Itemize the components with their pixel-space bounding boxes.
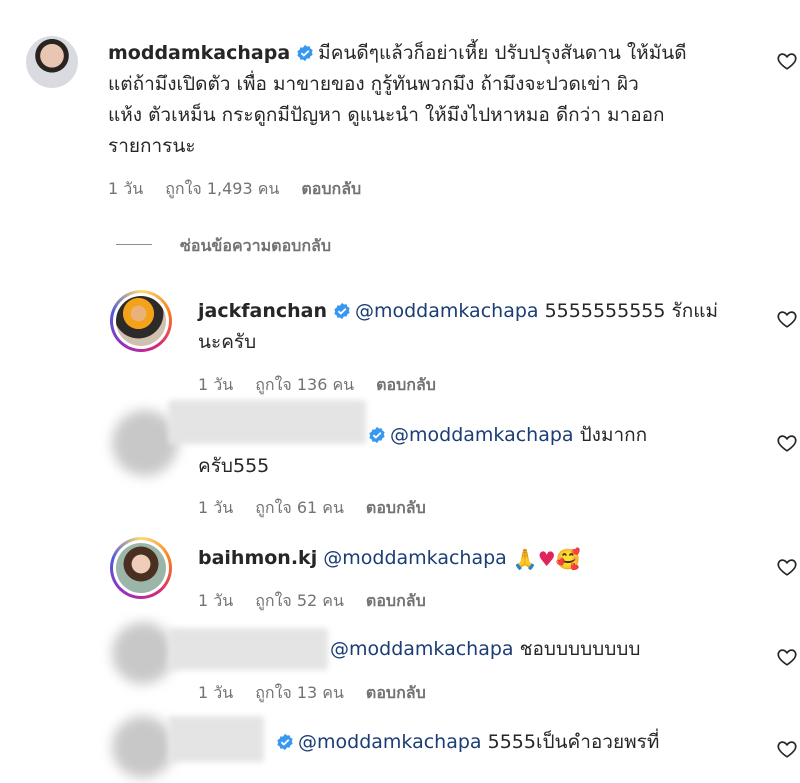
username[interactable]: jackfanchan: [198, 300, 327, 322]
heart-icon[interactable]: [776, 646, 798, 668]
heart-icon[interactable]: [776, 50, 798, 72]
comment-meta: 1 วัน ถูกใจ 13 คน ตอบกลับ: [198, 681, 448, 706]
avatar[interactable]: [110, 537, 172, 599]
heart-icon[interactable]: [776, 556, 798, 578]
reply-body: 5555เป็นคำอวยพรที่: [487, 731, 660, 753]
comment-meta: 1 วัน ถูกใจ 136 คน ตอบกลับ: [198, 373, 458, 398]
like-count[interactable]: ถูกใจ 13 คน: [255, 683, 344, 702]
comment-meta: 1 วัน ถูกใจ 1,493 คน ตอบกลับ: [108, 177, 383, 202]
reply-body: ชอบบบบบบบบ: [519, 638, 641, 660]
like-count[interactable]: ถูกใจ 61 คน: [255, 498, 344, 517]
smiling-face-with-hearts-emoji: 🥰: [555, 547, 581, 571]
verified-badge-icon: [277, 733, 293, 751]
like-count[interactable]: ถูกใจ 1,493 คน: [165, 179, 279, 198]
comment-body: รายการนะ: [108, 135, 196, 157]
heart-icon[interactable]: [776, 308, 798, 330]
verified-badge-icon: [297, 44, 313, 62]
avatar[interactable]: [112, 716, 174, 778]
heart-icon[interactable]: [776, 738, 798, 760]
heart-icon[interactable]: [776, 432, 798, 454]
username[interactable]: [168, 400, 366, 444]
timestamp: 1 วัน: [198, 498, 234, 517]
timestamp: 1 วัน: [198, 683, 234, 702]
like-count[interactable]: ถูกใจ 136 คน: [255, 375, 354, 394]
reply-body: 5555555555 รักแม่: [544, 300, 718, 322]
mention-link[interactable]: @moddamkachapa: [323, 547, 507, 569]
red-heart-emoji: ♥: [537, 547, 556, 571]
timestamp: 1 วัน: [198, 591, 234, 610]
comment-meta: 1 วัน ถูกใจ 61 คน ตอบกลับ: [198, 496, 448, 521]
avatar[interactable]: [112, 622, 174, 684]
reply-button[interactable]: ตอบกลับ: [301, 179, 361, 198]
comment-body: แห้ง ตัวเหม็น กระดูกมีปัญหา ดูแนะนำ ให้ม…: [108, 104, 665, 126]
folded-hands-emoji: 🙏: [512, 547, 538, 571]
reply-text-line: @moddamkachapa ปังมากก: [368, 420, 647, 451]
timestamp: 1 วัน: [198, 375, 234, 394]
username[interactable]: [168, 716, 264, 762]
username[interactable]: baihmon.kj: [198, 547, 317, 569]
reply-body: ปังมากก: [579, 424, 648, 446]
avatar[interactable]: [26, 36, 78, 88]
mention-link[interactable]: @moddamkachapa: [355, 300, 539, 322]
reply-text-line: jackfanchan @moddamkachapa 5555555555 รัก…: [198, 296, 718, 327]
reply-text-line: @moddamkachapa 5555เป็นคำอวยพรที่: [270, 727, 659, 758]
reply-button[interactable]: ตอบกลับ: [366, 591, 426, 610]
like-count[interactable]: ถูกใจ 52 คน: [255, 591, 344, 610]
reply-button[interactable]: ตอบกลับ: [376, 375, 436, 394]
mention-link[interactable]: @moddamkachapa: [330, 638, 514, 660]
reply-text-line: baihmon.kj @moddamkachapa 🙏♥🥰: [198, 543, 581, 575]
mention-link[interactable]: @moddamkachapa: [390, 424, 574, 446]
timestamp: 1 วัน: [108, 179, 144, 198]
comment-body: มีคนดีๆแล้วก็อย่าเหี้ย ปรับปรุงสันดาน ให…: [318, 42, 687, 64]
comment-body: แต่ถ้ามึงเปิดตัว เพื่อ มาขายของ กูรู้ทัน…: [108, 73, 639, 95]
reply-button[interactable]: ตอบกลับ: [366, 498, 426, 517]
verified-badge-icon: [334, 302, 350, 320]
mention-link[interactable]: @moddamkachapa: [298, 731, 482, 753]
avatar[interactable]: [110, 290, 172, 352]
reply-text-line: @moddamkachapa ชอบบบบบบบบ: [330, 634, 640, 665]
hide-replies-button[interactable]: ซ่อนข้อความตอบกลับ: [180, 234, 331, 259]
comment-meta: 1 วัน ถูกใจ 52 คน ตอบกลับ: [198, 589, 448, 614]
verified-badge-icon: [369, 426, 385, 444]
divider: [116, 244, 152, 245]
comment-text-line: moddamkachapa มีคนดีๆแล้วก็อย่าเหี้ย ปรับ…: [108, 38, 687, 69]
reply-body: นะครับ: [198, 331, 257, 353]
reply-button[interactable]: ตอบกลับ: [366, 683, 426, 702]
reply-body: ครับ555: [198, 455, 270, 477]
username[interactable]: [168, 628, 328, 670]
username[interactable]: moddamkachapa: [108, 42, 290, 64]
